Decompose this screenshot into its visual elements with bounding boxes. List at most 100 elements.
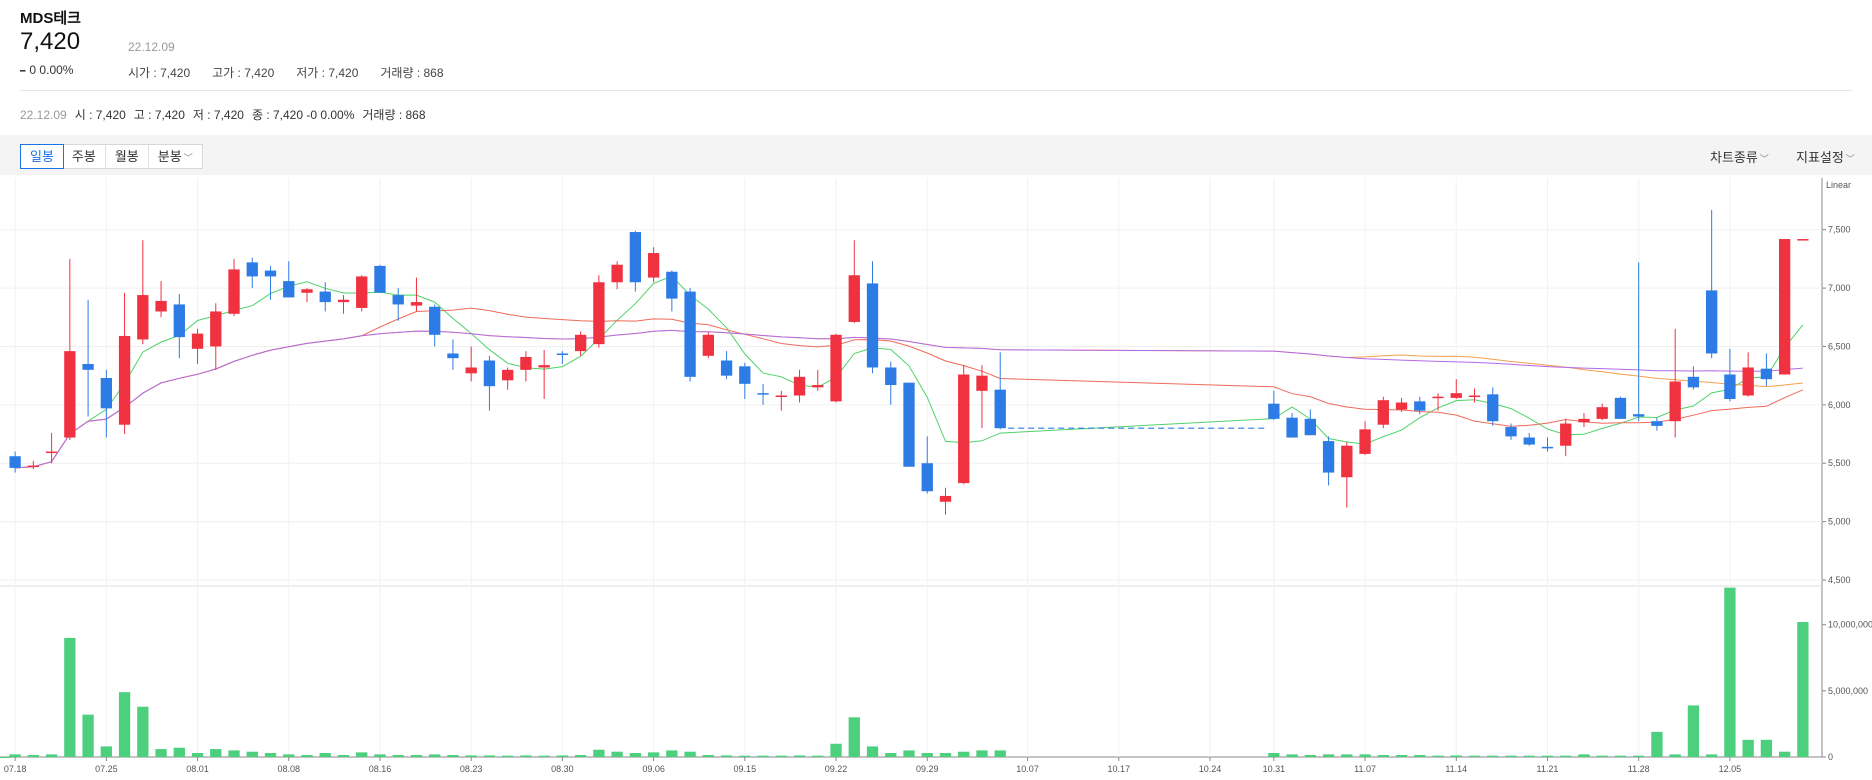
candle-body [538, 365, 550, 368]
volume-bar [520, 755, 532, 757]
x-tick-label: 10.31 [1263, 764, 1286, 774]
volume-bar [611, 751, 623, 757]
volume-bar [9, 754, 21, 757]
volume-bar [1687, 705, 1700, 757]
volume-bar [1651, 731, 1663, 757]
candle-body [1687, 376, 1700, 388]
scale-label: Linear [1826, 180, 1851, 190]
candle-body [82, 363, 94, 370]
candle-body [1614, 397, 1627, 419]
volume-bar [994, 750, 1006, 757]
volume-bar [228, 750, 240, 757]
price-tick-label: 5,000 [1828, 517, 1851, 527]
candle-body [1322, 441, 1335, 473]
candle-body [45, 451, 58, 454]
candle-body [155, 300, 167, 312]
candle-body [666, 271, 678, 299]
x-tick-label: 07.18 [4, 764, 27, 774]
volume-bar [921, 753, 933, 757]
candle-body [64, 351, 76, 438]
candle-body [502, 369, 514, 381]
volume-bar [866, 746, 879, 757]
candle-body [483, 360, 496, 387]
candle-body [319, 291, 331, 303]
volume-bar [1778, 751, 1791, 757]
candle-body [337, 299, 350, 303]
candle-body [1778, 239, 1791, 375]
candle-body [1669, 381, 1681, 422]
volume-bar [1706, 754, 1718, 757]
candle-body [556, 353, 569, 355]
volume-bar [1359, 754, 1371, 757]
candle-body [812, 385, 824, 388]
price-tick-label: 7,500 [1828, 225, 1851, 235]
volume-bar [757, 755, 769, 757]
volume-bar [301, 755, 313, 757]
volume-bar [1304, 755, 1316, 757]
volume-bar [1432, 755, 1444, 757]
candle-body [1523, 437, 1535, 445]
candle-body [429, 306, 441, 335]
x-tick-label: 11.28 [1628, 764, 1650, 774]
volume-bar [1760, 739, 1773, 757]
candle-body [775, 395, 787, 398]
candle-body [720, 360, 733, 376]
volume-bar [1268, 753, 1280, 757]
price-tick-label: 6,500 [1828, 341, 1851, 351]
candle-body [684, 291, 696, 377]
volume-bar [1724, 587, 1736, 757]
x-tick-label: 09.29 [916, 764, 939, 774]
volume-bar [812, 755, 824, 757]
candle-body [9, 456, 21, 468]
x-tick-label: 09.15 [734, 764, 757, 774]
volume-bar [27, 755, 40, 757]
candle-body [1268, 403, 1280, 419]
volume-bar [538, 755, 550, 757]
candle-body [629, 232, 642, 283]
candle-body [921, 463, 933, 492]
candle-body [1377, 400, 1389, 425]
volume-bar [574, 755, 587, 757]
x-tick-label: 10.17 [1108, 764, 1131, 774]
candle-body [1359, 429, 1371, 454]
candle-body [1341, 445, 1353, 478]
volume-bar [45, 754, 58, 757]
price-tick-label: 5,500 [1828, 458, 1851, 468]
volume-bar [720, 755, 733, 757]
volume-bar [337, 755, 350, 757]
candle-body [757, 393, 769, 395]
candle-body [1432, 396, 1444, 399]
candle-body [958, 374, 970, 484]
volume-bar [830, 743, 842, 757]
x-tick-label: 11.21 [1537, 764, 1559, 774]
candle-body [465, 367, 477, 374]
candle-body [191, 333, 204, 349]
candle-body [1724, 374, 1736, 400]
volume-bar [939, 753, 952, 757]
volume-bar [1487, 755, 1499, 757]
volume-bar [739, 755, 751, 757]
stock-chart[interactable]: Linear 7,500 7,000 6,500 6,000 5,500 5,000 4,50… [0, 0, 1872, 780]
price-tick-label: 4,500 [1828, 575, 1851, 585]
candle-body [702, 334, 714, 356]
volume-bar [137, 706, 149, 757]
candle-body [739, 366, 751, 384]
candle-body [647, 253, 660, 278]
volume-bar [429, 754, 441, 757]
candle-body [1487, 394, 1499, 422]
volume-bar [82, 714, 94, 757]
candle-body [283, 281, 295, 298]
volume-bar [447, 755, 459, 757]
candle-body [228, 269, 240, 314]
volume-bar [319, 753, 331, 757]
volume-bar [775, 755, 787, 757]
volume-bar [629, 753, 642, 757]
candle-body [885, 367, 897, 386]
volume-bar [0, 756, 12, 758]
volume-bar [647, 752, 660, 757]
volume-bar [1742, 739, 1754, 757]
volume-bar [1395, 755, 1408, 757]
volume-bar [210, 749, 222, 757]
candle-body [976, 375, 988, 391]
volume-bar [1614, 755, 1627, 757]
